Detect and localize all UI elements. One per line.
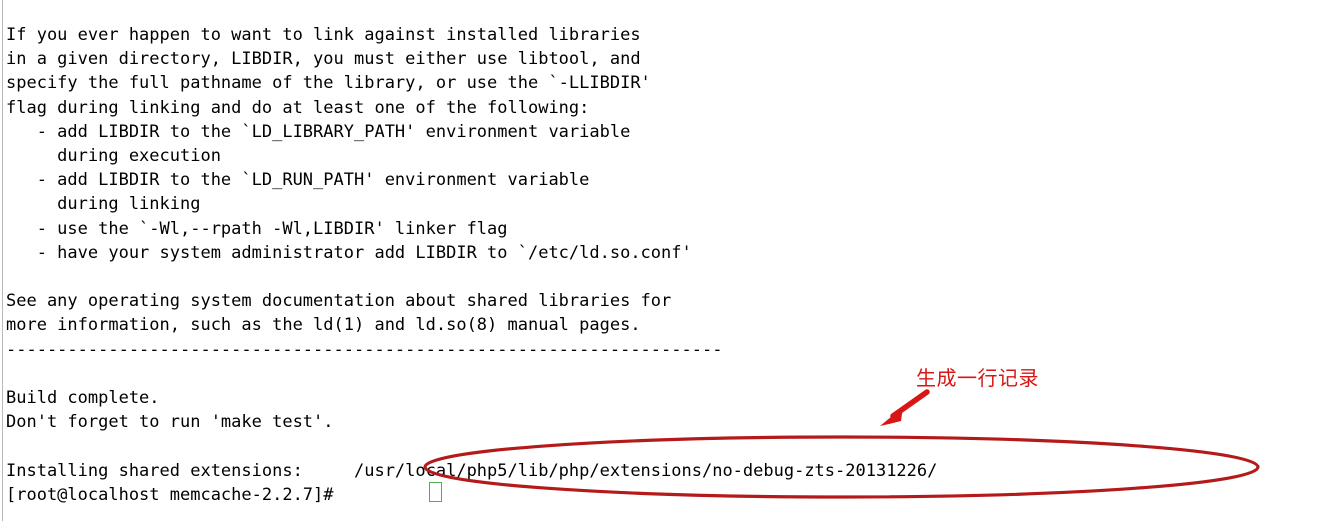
annotation-note-label: 生成一行记录 <box>916 366 1039 390</box>
terminal-output-text[interactable]: If you ever happen to want to link again… <box>6 23 1325 507</box>
left-gutter-rule <box>2 0 3 521</box>
block-cursor <box>429 482 442 502</box>
terminal-screenshot: If you ever happen to want to link again… <box>0 0 1325 521</box>
